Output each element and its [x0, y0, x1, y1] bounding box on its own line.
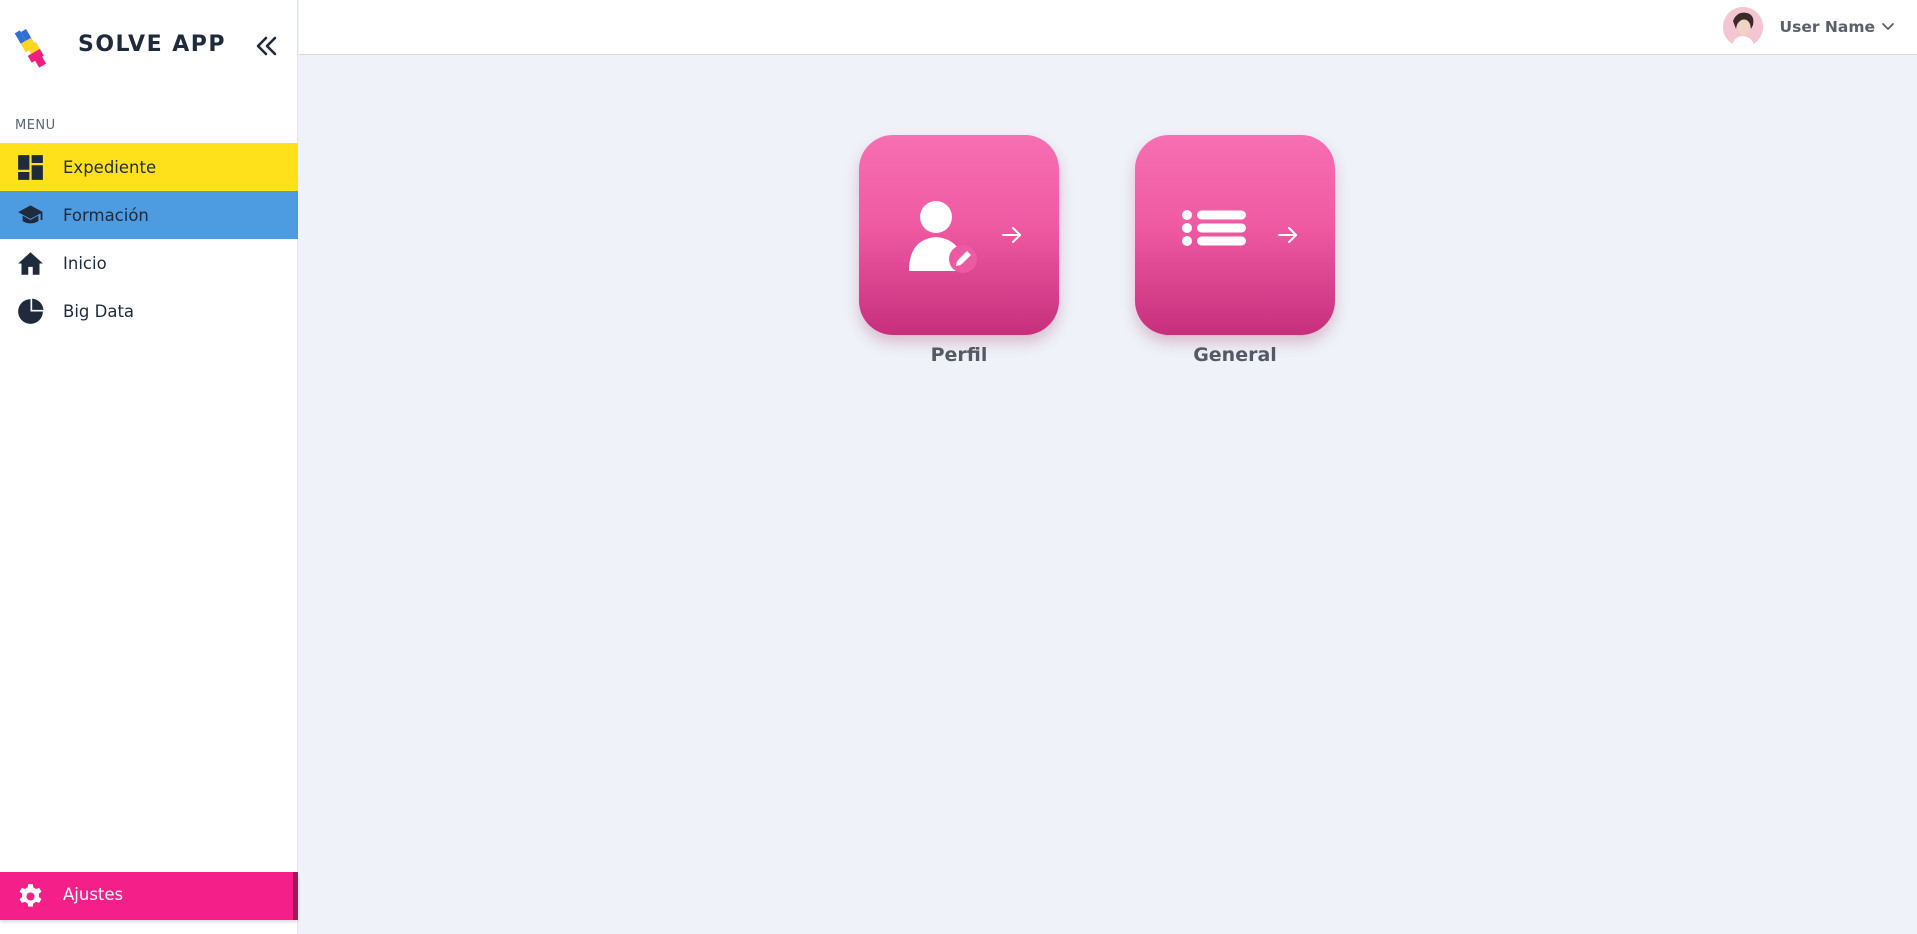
arrow-right-icon [1002, 227, 1021, 243]
sidebar-item-label: Inicio [63, 253, 107, 273]
sidebar-item-label: Big Data [63, 301, 135, 321]
app-logo [14, 29, 47, 68]
card-label: Perfil [930, 344, 988, 366]
app-name: SOLVE APP [78, 32, 227, 57]
collapse-sidebar-icon[interactable] [252, 32, 280, 60]
top-bar: User Name [299, 0, 1917, 55]
user-name: User Name [1779, 18, 1875, 36]
sidebar-item-expediente[interactable]: Expediente [0, 143, 298, 191]
sidebar-item-label: Formación [63, 205, 149, 225]
user-edit-icon [909, 201, 977, 273]
graduation-cap-icon [18, 205, 43, 224]
dashboard-icon [18, 155, 43, 180]
sidebar-nav: Expediente Formación Inicio Big Data [0, 143, 298, 335]
perfil-card-button[interactable] [859, 135, 1059, 335]
avatar [1722, 7, 1763, 47]
arrow-right-icon [1278, 227, 1297, 243]
avatar-image [1722, 7, 1763, 47]
pie-chart-icon [18, 298, 44, 324]
sidebar: SOLVE APP MENU Expediente Formación Inic… [0, 0, 298, 934]
card-label: General [1193, 344, 1277, 366]
sidebar-item-inicio[interactable]: Inicio [0, 239, 298, 287]
card-perfil: Perfil [859, 135, 1059, 366]
general-card-button[interactable] [1135, 135, 1335, 335]
chevron-down-icon [1882, 23, 1894, 30]
card-general: General [1135, 135, 1335, 366]
menu-section-label: MENU [15, 118, 56, 133]
list-icon [1182, 210, 1246, 246]
home-icon [18, 252, 43, 275]
settings-label: Ajustes [63, 885, 124, 904]
brand: SOLVE APP [0, 0, 298, 92]
sidebar-item-big-data[interactable]: Big Data [0, 287, 298, 335]
settings-button[interactable]: Ajustes [0, 872, 298, 920]
sidebar-item-formacion[interactable]: Formación [0, 191, 298, 239]
sidebar-item-label: Expediente [63, 157, 157, 177]
gear-icon [19, 884, 42, 907]
user-menu[interactable]: User Name [1722, 7, 1895, 47]
